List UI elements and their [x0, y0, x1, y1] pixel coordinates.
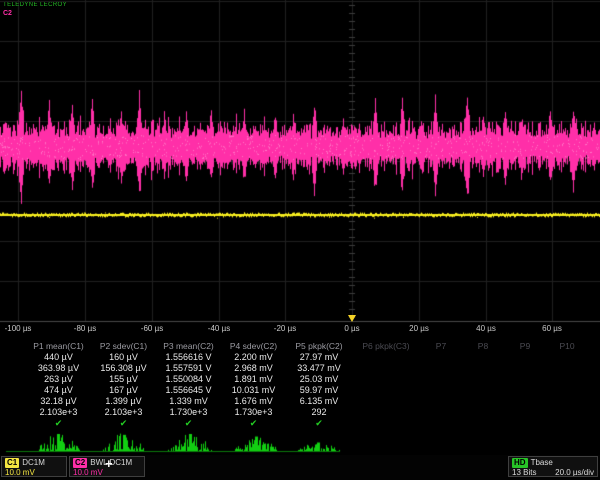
c1-descriptor-row1: C1DC1M [5, 458, 63, 468]
timebase-row1: HDTbase [512, 458, 594, 468]
measurement-column-p10[interactable]: P10 [546, 340, 588, 352]
measurement-header[interactable]: P4 sdev(C2) [221, 340, 286, 352]
measurement-column-p9[interactable]: P9 [504, 340, 546, 352]
measurement-stat: 1.676 mV [221, 396, 286, 407]
measurement-stat: 1.557591 V [156, 363, 221, 374]
measurement-stat: 6.135 mV [286, 396, 352, 407]
measurement-column-p8[interactable]: P8 [462, 340, 504, 352]
timebase-label: Tbase [531, 458, 553, 467]
measurement-column-p6[interactable]: P6 pkpk(C3) [352, 340, 420, 352]
measurement-column-p3[interactable]: P3 mean(C2)1.556616 V1.557591 V1.550084 … [156, 340, 221, 430]
measurement-stat: 1.339 mV [156, 396, 221, 407]
measurement-stat: 1.556645 V [156, 385, 221, 396]
measurement-stat: 1.730e+3 [156, 407, 221, 418]
timebase-scale: 20.0 µs/div [555, 468, 594, 477]
trace-label-c2: C2 [3, 10, 12, 17]
measurement-column-p7[interactable]: P7 [420, 340, 462, 352]
measurement-stat: 1.891 mV [221, 374, 286, 385]
measurement-stat: 2.103e+3 [26, 407, 91, 418]
measurement-header[interactable]: P9 [504, 340, 546, 352]
measurement-stat: 1.556616 V [156, 352, 221, 363]
measurement-stat: 160 µV [91, 352, 156, 363]
channel-descriptor-c1[interactable]: C1DC1M 10.0 mV [1, 456, 67, 477]
time-axis-label: 0 µs [344, 324, 359, 333]
c1-chip: C1 [5, 458, 19, 468]
time-axis-label: -100 µs [5, 324, 32, 333]
timebase-descriptor[interactable]: HDTbase 13 Bits 20.0 µs/div [508, 456, 598, 477]
measurement-stat: 59.97 mV [286, 385, 352, 396]
time-axis: -100 µs -80 µs -60 µs -40 µs -20 µs 0 µs 20 µs… [0, 324, 600, 336]
c1-coupling: DC1M [22, 458, 45, 467]
measurement-stat: 2.200 mV [221, 352, 286, 363]
measurement-stat: 32.18 µV [26, 396, 91, 407]
measurement-column-p1[interactable]: P1 mean(C1)440 µV363.98 µV263 µV474 µV32… [26, 340, 91, 430]
time-axis-label: -80 µs [74, 324, 96, 333]
time-axis-label: 60 µs [542, 324, 562, 333]
pointer-crosshair-icon[interactable]: + [105, 456, 113, 471]
measurement-stat: 156.308 µV [91, 363, 156, 374]
measurement-column-p2[interactable]: P2 sdev(C1)160 µV156.308 µV155 µV167 µV1… [91, 340, 156, 430]
time-axis-label: -60 µs [141, 324, 163, 333]
measurement-stat: 440 µV [26, 352, 91, 363]
trigger-time-marker[interactable] [348, 315, 356, 322]
waveform-display [0, 0, 600, 340]
measurement-header[interactable]: P10 [546, 340, 588, 352]
brand-logo: TELEDYNE LECROY [3, 2, 67, 8]
measurement-stat: 292 [286, 407, 352, 418]
time-axis-label: -20 µs [274, 324, 296, 333]
measurement-stat: 33.477 mV [286, 363, 352, 374]
measurement-header[interactable]: P7 [420, 340, 462, 352]
measurement-stat: 2.968 mV [221, 363, 286, 374]
time-axis-label: 20 µs [409, 324, 429, 333]
measurement-stat: 363.98 µV [26, 363, 91, 374]
hd-badge: HD [512, 458, 528, 468]
measurement-column-p4[interactable]: P4 sdev(C2)2.200 mV2.968 mV1.891 mV10.03… [221, 340, 286, 430]
measurement-stat: 27.97 mV [286, 352, 352, 363]
measurement-header[interactable]: P3 mean(C2) [156, 340, 221, 352]
measurement-header[interactable]: P2 sdev(C1) [91, 340, 156, 352]
measurement-stat: 1.730e+3 [221, 407, 286, 418]
timebase-row2: 13 Bits 20.0 µs/div [512, 468, 594, 477]
measurement-header[interactable]: P6 pkpk(C3) [352, 340, 420, 352]
measurement-stat: 263 µV [26, 374, 91, 385]
measurement-header[interactable]: P1 mean(C1) [26, 340, 91, 352]
measurement-table: P1 mean(C1)440 µV363.98 µV263 µV474 µV32… [26, 340, 588, 430]
c2-chip: C2 [73, 458, 87, 468]
measurement-header[interactable]: P5 pkpk(C2) [286, 340, 352, 352]
measurement-stat: 25.03 mV [286, 374, 352, 385]
measurement-stat: 474 µV [26, 385, 91, 396]
measurement-stat: 1.399 µV [91, 396, 156, 407]
time-axis-label: -40 µs [208, 324, 230, 333]
measurement-histicons[interactable] [0, 428, 600, 454]
measurement-stat: 167 µV [91, 385, 156, 396]
c1-scale: 10.0 mV [5, 468, 63, 477]
measurement-stat: 10.031 mV [221, 385, 286, 396]
measurement-header[interactable]: P8 [462, 340, 504, 352]
time-axis-label: 40 µs [476, 324, 496, 333]
timebase-bits: 13 Bits [512, 468, 536, 477]
measurement-stat: 155 µV [91, 374, 156, 385]
measurement-column-p5[interactable]: P5 pkpk(C2)27.97 mV33.477 mV25.03 mV59.9… [286, 340, 352, 430]
status-bar: C1DC1M 10.0 mV C2BWL DC1M 10.0 mV + HDTb… [0, 455, 600, 480]
measurement-stat: 1.550084 V [156, 374, 221, 385]
oscilloscope-screen: TELEDYNE LECROY C2 -100 µs -80 µs -60 µs -4… [0, 0, 600, 480]
measurement-stat: 2.103e+3 [91, 407, 156, 418]
